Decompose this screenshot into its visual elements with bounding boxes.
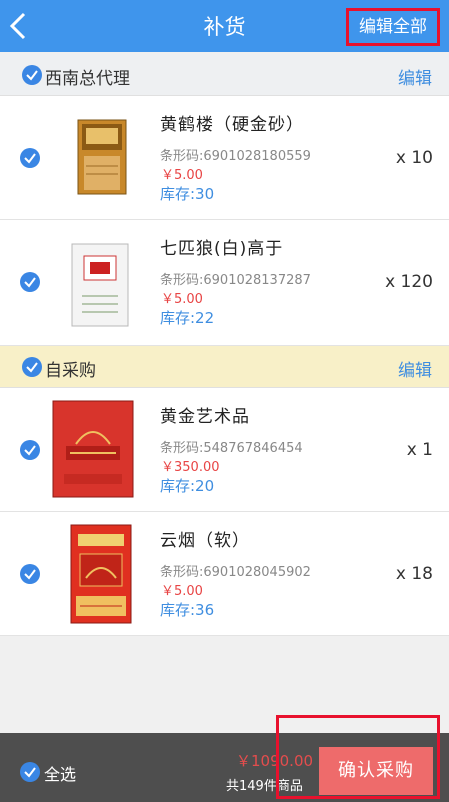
product-stock: 库存:20: [160, 477, 215, 495]
nav-bar: 补货 编辑全部: [0, 0, 449, 52]
group-name: 自采购: [45, 361, 96, 381]
group-name: 西南总代理: [45, 69, 130, 89]
product-barcode: 条形码:548767846454: [160, 441, 303, 456]
group-edit-button[interactable]: 编辑: [398, 64, 432, 89]
product-name: 云烟（软）: [160, 531, 250, 551]
product-image: [76, 118, 128, 196]
check-icon[interactable]: [22, 65, 42, 85]
product-price: ￥5.00: [161, 584, 203, 599]
check-icon[interactable]: [22, 357, 42, 377]
list-item[interactable]: 云烟（软） 条形码:6901028045902 ￥5.00 库存:36 x 18: [0, 512, 449, 636]
check-icon[interactable]: [20, 762, 40, 782]
group-header-supplier: 西南总代理 编辑: [0, 54, 449, 96]
product-name: 七匹狼(白)高于: [160, 239, 284, 259]
product-barcode: 条形码:6901028180559: [160, 149, 311, 164]
product-price: ￥350.00: [161, 460, 220, 475]
edit-all-button[interactable]: 编辑全部: [346, 8, 440, 46]
select-all-label[interactable]: 全选: [44, 761, 76, 785]
list-item[interactable]: 黄鹤楼（硬金砂） 条形码:6901028180559 ￥5.00 库存:30 x…: [0, 96, 449, 220]
product-image: [70, 242, 130, 328]
check-icon[interactable]: [20, 564, 40, 584]
product-image: [70, 524, 132, 624]
total-price: ￥1090.00: [236, 752, 314, 770]
product-quantity[interactable]: x 120: [385, 272, 433, 292]
group-header-self-purchase: 自采购 编辑: [0, 346, 449, 388]
product-quantity[interactable]: x 10: [396, 148, 433, 168]
product-stock: 库存:30: [160, 185, 215, 203]
check-icon[interactable]: [20, 440, 40, 460]
product-barcode: 条形码:6901028045902: [160, 565, 311, 580]
item-count: 共149件商品: [226, 779, 303, 794]
product-price: ￥5.00: [161, 292, 203, 307]
check-icon[interactable]: [20, 148, 40, 168]
list-item[interactable]: 七匹狼(白)高于 条形码:6901028137287 ￥5.00 库存:22 x…: [0, 220, 449, 346]
list-item[interactable]: 黄金艺术品 条形码:548767846454 ￥350.00 库存:20 x 1: [0, 388, 449, 512]
product-name: 黄金艺术品: [160, 407, 250, 427]
check-icon[interactable]: [20, 272, 40, 292]
product-image: [52, 400, 134, 498]
product-quantity[interactable]: x 18: [396, 564, 433, 584]
product-stock: 库存:36: [160, 601, 215, 619]
product-barcode: 条形码:6901028137287: [160, 273, 311, 288]
product-quantity[interactable]: x 1: [407, 440, 433, 460]
checkout-bar: 全选 ￥1090.00 共149件商品 确认采购: [0, 733, 449, 802]
product-stock: 库存:22: [160, 309, 215, 327]
product-name: 黄鹤楼（硬金砂）: [160, 115, 304, 135]
product-price: ￥5.00: [161, 168, 203, 183]
confirm-purchase-button[interactable]: 确认采购: [319, 747, 433, 795]
group-edit-button[interactable]: 编辑: [398, 356, 432, 381]
